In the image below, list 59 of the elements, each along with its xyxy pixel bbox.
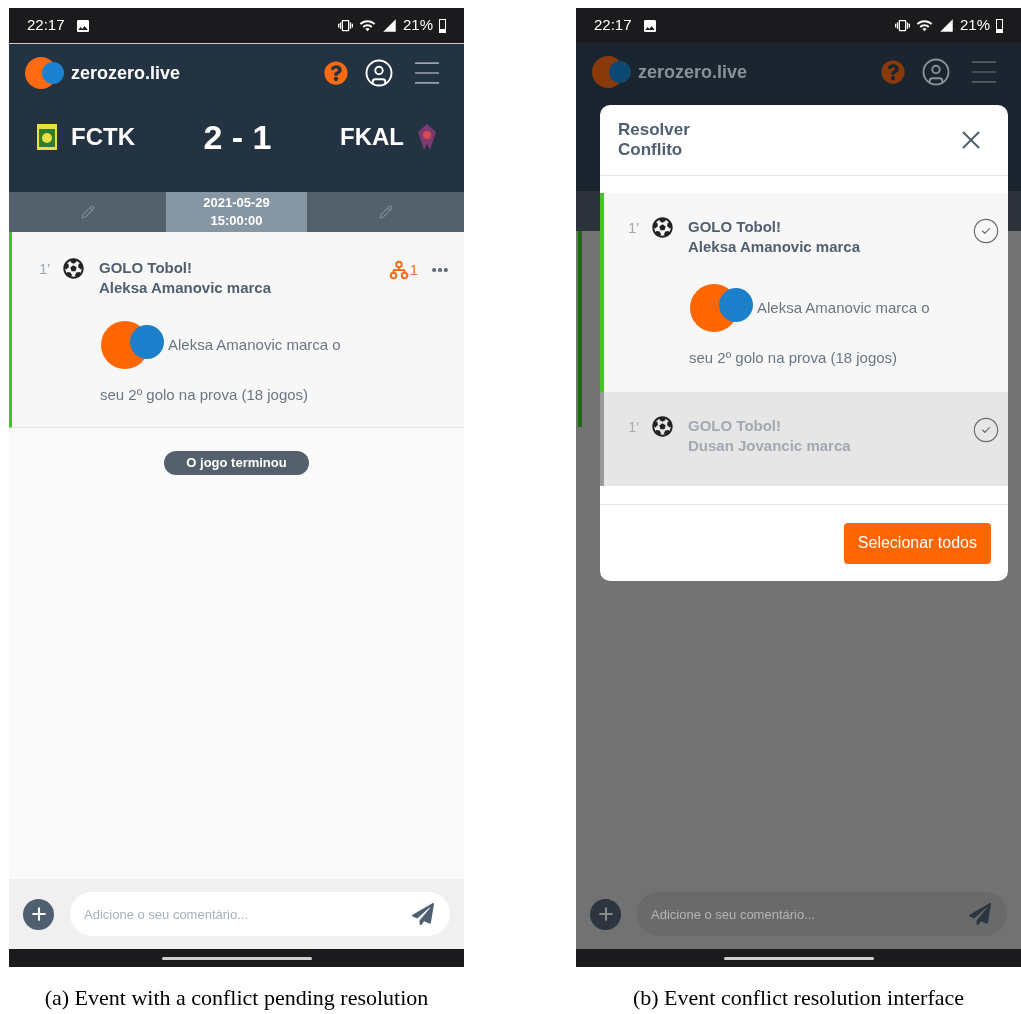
vibrate-icon — [894, 18, 910, 33]
wifi-icon — [915, 17, 933, 34]
conflict-option[interactable]: 1' GOLO Tobol! Dusan Jovancic marca — [600, 391, 1008, 486]
event-minute: 1' — [628, 416, 641, 437]
figure-caption: (b) Event conflict resolution interface — [632, 984, 965, 1012]
battery-icon — [439, 18, 446, 33]
event-player: Dusan Jovancic marca — [688, 435, 852, 456]
figure-caption: (a) Event with a conflict pending resolution — [44, 984, 429, 1012]
logo-icon — [592, 56, 632, 88]
logo-icon — [100, 320, 166, 370]
conflict-button[interactable]: 1 — [387, 258, 418, 282]
crest-icon — [37, 124, 57, 150]
event-minute: 1' — [39, 259, 52, 279]
event-comment: seu 2º golo na prova (18 jogos) — [100, 385, 310, 405]
add-button[interactable] — [23, 898, 54, 930]
help-icon[interactable] — [324, 61, 348, 85]
check-icon[interactable] — [972, 217, 1000, 245]
home-indicator[interactable] — [723, 956, 874, 960]
logo-icon — [25, 57, 65, 89]
home-indicator[interactable] — [161, 956, 312, 960]
crest-icon — [418, 124, 436, 150]
event-player: Aleksa Amanovic marca — [688, 237, 862, 257]
add-button[interactable] — [590, 898, 621, 930]
event-player: Aleksa Amanovic marca — [99, 278, 273, 298]
signal-icon — [381, 18, 397, 33]
comment-field[interactable]: Adicione o seu comentário... — [637, 892, 1007, 936]
battery-icon — [996, 18, 1003, 33]
image-icon — [641, 17, 658, 34]
event-title: GOLO Tobol! — [688, 217, 783, 237]
kickoff-date: 2021-05-29 — [203, 194, 270, 212]
home-team: FCTK — [71, 122, 135, 152]
event-comment: seu 2º golo na prova (18 jogos) — [689, 348, 899, 368]
status-pill: O jogo terminou — [164, 451, 309, 475]
send-icon[interactable] — [412, 903, 434, 925]
event-minute: 1' — [628, 218, 641, 238]
branch-icon[interactable] — [387, 258, 410, 282]
clock-time: 22:17 — [27, 15, 65, 36]
comment-field[interactable]: Adicione o seu comentário... — [70, 892, 450, 936]
vibrate-icon — [337, 18, 353, 33]
clock-time: 22:17 — [594, 15, 632, 36]
brand-name: zerozero.live — [71, 61, 181, 85]
signal-icon — [938, 18, 954, 33]
event-title: GOLO Tobol! — [688, 415, 783, 436]
kickoff-clock: 15:00:00 — [210, 212, 263, 230]
dialog-title: Resolver Conflito — [618, 120, 691, 160]
away-team: FKAL — [340, 122, 404, 152]
wifi-icon — [358, 17, 376, 34]
check-icon[interactable] — [972, 415, 1000, 444]
conflict-option[interactable]: 1' GOLO Tobol! Aleksa Amanovic marca Aleksa Amanovic marca o seu 2º golo na prova (18 jogos) — [600, 193, 1008, 392]
event-title: GOLO Tobol! — [99, 258, 194, 278]
battery-percent: 21% — [959, 15, 990, 36]
logo-icon — [689, 283, 755, 333]
event-comment: Aleksa Amanovic marca o — [168, 334, 341, 355]
image-icon — [74, 17, 91, 34]
brand-name: zerozero.live — [638, 60, 748, 84]
event-comment: Aleksa Amanovic marca o — [757, 297, 930, 318]
battery-percent: 21% — [402, 15, 433, 36]
match-score: 2 - 1 — [203, 116, 272, 158]
select-all-button[interactable]: Selecionar todos — [843, 522, 991, 564]
